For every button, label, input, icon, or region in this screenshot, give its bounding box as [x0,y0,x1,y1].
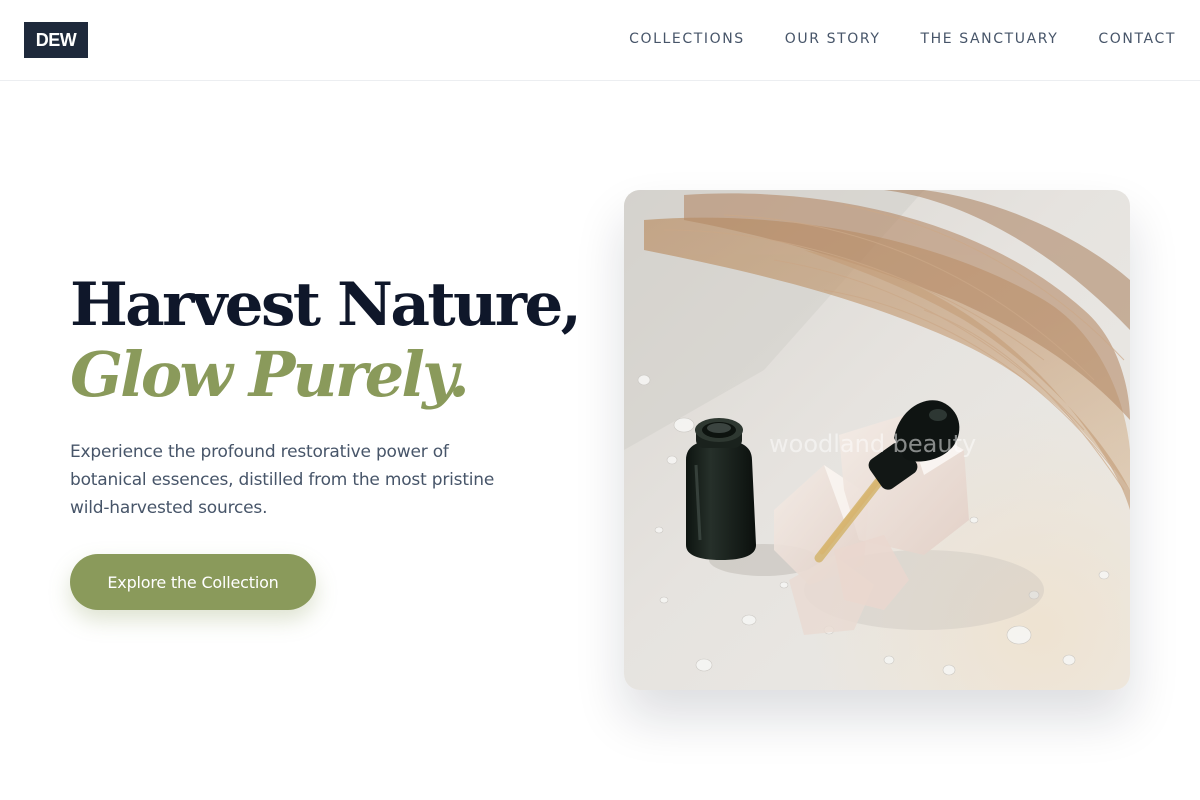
main-nav: COLLECTIONS OUR STORY THE SANCTUARY CONT… [629,30,1176,48]
image-watermark: woodland beauty [769,430,976,458]
hero-headline-line2: Glow Purely. [70,338,470,411]
explore-collection-button[interactable]: Explore the Collection [70,554,316,610]
nav-item-contact[interactable]: CONTACT [1098,30,1176,48]
brand-logo[interactable]: DEW [24,22,88,58]
hero-headline: Harvest Nature, Glow Purely. [70,270,630,410]
hero-headline-line1: Harvest Nature, [70,270,582,340]
hero-subtext: Experience the profound restorative powe… [70,442,495,518]
site-header: DEW COLLECTIONS OUR STORY THE SANCTUARY … [0,0,1200,81]
product-photo-illustration: woodland beauty [624,190,1130,690]
page: DEW COLLECTIONS OUR STORY THE SANCTUARY … [0,0,1200,800]
nav-item-the-sanctuary[interactable]: THE SANCTUARY [920,30,1058,48]
nav-item-collections[interactable]: COLLECTIONS [629,30,745,48]
hero-product-image: woodland beauty [624,190,1130,690]
nav-item-our-story[interactable]: OUR STORY [785,30,881,48]
